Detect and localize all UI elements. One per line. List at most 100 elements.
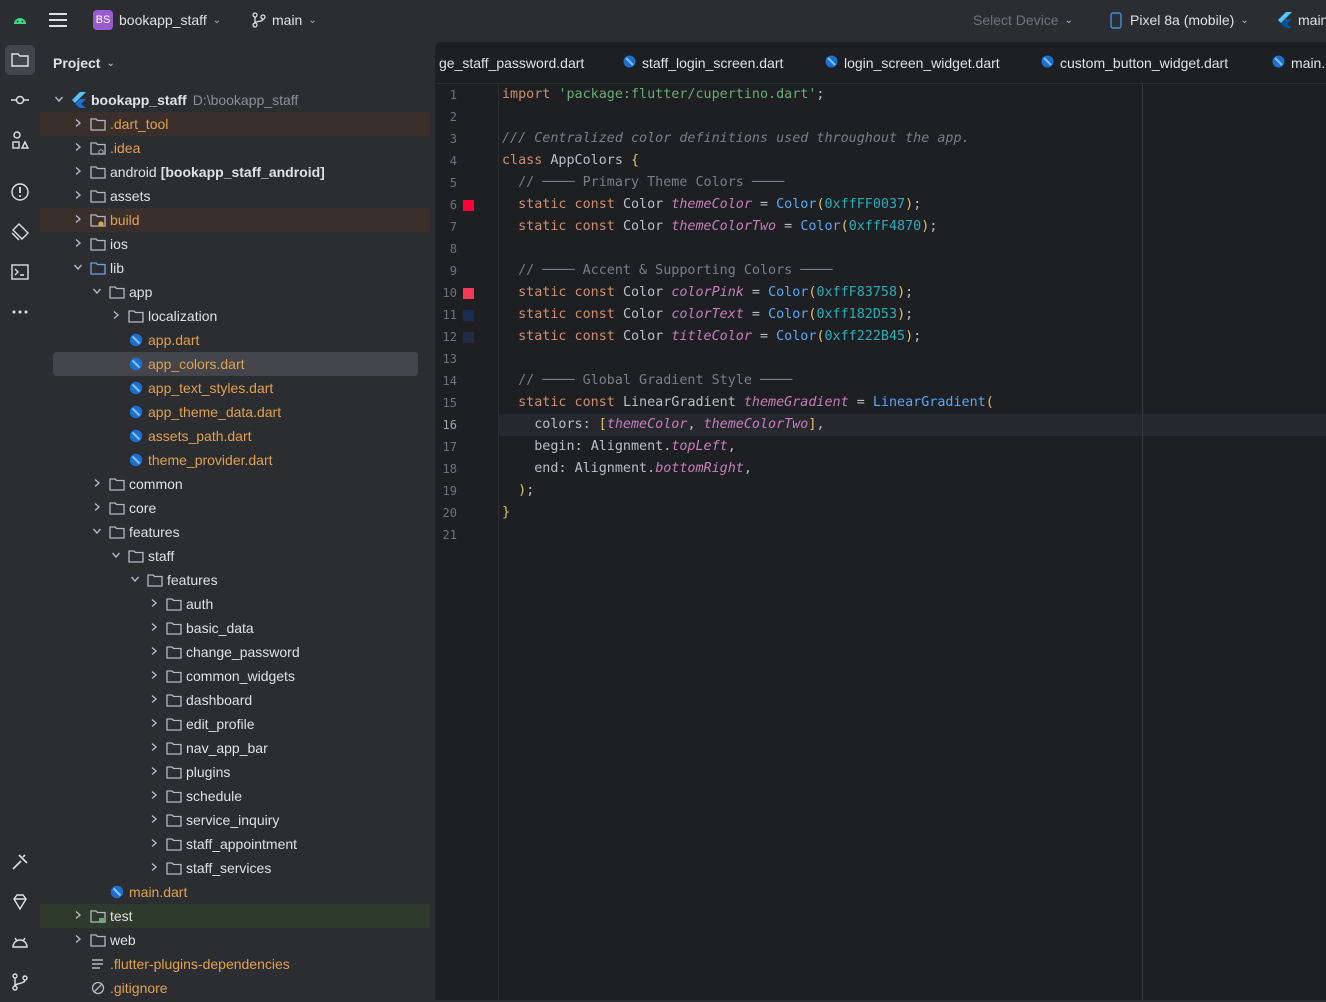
chevron-right-icon[interactable] [72, 214, 84, 227]
structure-tool-button[interactable] [5, 125, 35, 155]
chevron-right-icon[interactable] [72, 238, 84, 251]
code-editor[interactable]: ge_staff_password.dart staff_login_scree… [435, 42, 1326, 1000]
chevron-right-icon[interactable] [91, 478, 103, 491]
branch-switcher[interactable]: main ⌄ [252, 0, 317, 40]
chevron-right-icon[interactable] [72, 166, 84, 179]
tree-item[interactable]: app_colors.dart [53, 352, 418, 376]
tree-item[interactable]: staff_services [40, 856, 430, 880]
color-swatch[interactable] [463, 288, 474, 299]
tree-item[interactable]: dashboard [40, 688, 430, 712]
editor-gutter[interactable]: 1 2 3 4 5 6 7 8 9 10 11 12 13 14 15 16 17 18 19 20 21 [435, 84, 499, 1000]
tree-item-label: .gitignore [110, 980, 168, 996]
tree-item[interactable]: staff_appointment [40, 832, 430, 856]
tree-item[interactable]: .dart_tool [40, 112, 430, 136]
tree-item[interactable]: staff [40, 544, 430, 568]
tree-item[interactable]: app.dart [40, 328, 430, 352]
editor-tab[interactable]: login_screen_widget.dart [825, 42, 1000, 84]
tree-item[interactable]: main.dart [40, 880, 430, 904]
tree-item[interactable]: features [40, 520, 430, 544]
tree-item[interactable]: test [40, 904, 430, 928]
git-tool-button[interactable] [5, 967, 35, 997]
tree-item[interactable]: change_password [40, 640, 430, 664]
chevron-right-icon[interactable] [72, 190, 84, 203]
chevron-right-icon[interactable] [148, 838, 160, 851]
chevron-right-icon[interactable] [148, 598, 160, 611]
chevron-right-icon[interactable] [148, 622, 160, 635]
chevron-right-icon[interactable] [148, 790, 160, 803]
select-device-dropdown[interactable]: Select Device ⌄ [973, 0, 1073, 40]
tree-item[interactable]: plugins [40, 760, 430, 784]
device-manager-button[interactable] [5, 927, 35, 957]
tree-item[interactable]: app [40, 280, 430, 304]
chevron-right-icon[interactable] [148, 766, 160, 779]
editor-tab[interactable]: main.dart [1272, 42, 1326, 84]
chevron-down-icon[interactable] [53, 94, 65, 107]
git-branch-icon [252, 12, 266, 28]
tree-item[interactable]: web [40, 928, 430, 952]
main-menu-button[interactable] [49, 0, 67, 40]
tree-item[interactable]: assets_path.dart [40, 424, 430, 448]
project-switcher[interactable]: BS bookapp_staff ⌄ [93, 0, 221, 40]
terminal-tool-button[interactable] [5, 257, 35, 287]
tree-item[interactable]: edit_profile [40, 712, 430, 736]
chevron-right-icon[interactable] [72, 934, 84, 947]
tree-item[interactable]: android [bookapp_staff_android] [40, 160, 430, 184]
editor-tab[interactable]: staff_login_screen.dart [623, 42, 783, 84]
chevron-down-icon[interactable] [72, 262, 84, 275]
gemini-tool-button[interactable] [5, 887, 35, 917]
chevron-right-icon[interactable] [72, 118, 84, 131]
more-tools-button[interactable] [5, 297, 35, 327]
tree-item[interactable]: service_inquiry [40, 808, 430, 832]
tree-item[interactable]: auth [40, 592, 430, 616]
tree-item[interactable]: theme_provider.dart [40, 448, 430, 472]
chevron-right-icon[interactable] [148, 862, 160, 875]
chevron-right-icon[interactable] [148, 742, 160, 755]
tree-item[interactable]: .idea [40, 136, 430, 160]
tree-item[interactable]: lib [40, 256, 430, 280]
project-view-selector[interactable]: Project ⌄ [40, 42, 430, 84]
resource-manager-button[interactable] [5, 217, 35, 247]
chevron-down-icon[interactable] [91, 286, 103, 299]
tree-item[interactable]: common_widgets [40, 664, 430, 688]
tree-item[interactable]: .flutter-plugins-dependencies [40, 952, 430, 976]
chevron-right-icon[interactable] [72, 142, 84, 155]
editor-tab[interactable]: custom_button_widget.dart [1041, 42, 1228, 84]
run-config-dropdown[interactable]: main [1278, 0, 1326, 40]
tree-item[interactable]: app_text_styles.dart [40, 376, 430, 400]
chevron-down-icon[interactable] [110, 550, 122, 563]
chevron-right-icon[interactable] [72, 910, 84, 923]
tree-item[interactable]: features [40, 568, 430, 592]
tree-item[interactable]: nav_app_bar [40, 736, 430, 760]
tree-item[interactable]: core [40, 496, 430, 520]
chevron-right-icon[interactable] [148, 694, 160, 707]
color-swatch[interactable] [463, 222, 474, 233]
tree-root[interactable]: bookapp_staff D:\bookapp_staff [40, 88, 430, 112]
device-dropdown[interactable]: Pixel 8a (mobile) ⌄ [1110, 0, 1249, 40]
module-name: [bookapp_staff_android] [160, 164, 325, 180]
chevron-down-icon[interactable] [129, 574, 141, 587]
commit-tool-button[interactable] [5, 85, 35, 115]
chevron-down-icon[interactable] [91, 526, 103, 539]
tree-item[interactable]: common [40, 472, 430, 496]
tree-item[interactable]: schedule [40, 784, 430, 808]
tree-item[interactable]: .gitignore [40, 976, 430, 1000]
chevron-right-icon[interactable] [148, 670, 160, 683]
project-tool-button[interactable] [5, 45, 35, 75]
problems-tool-button[interactable] [5, 177, 35, 207]
chevron-right-icon[interactable] [148, 814, 160, 827]
editor-tab[interactable]: ge_staff_password.dart [439, 42, 584, 84]
tree-item[interactable]: ios [40, 232, 430, 256]
tree-item[interactable]: localization [40, 304, 430, 328]
build-variants-button[interactable] [5, 847, 35, 877]
chevron-right-icon[interactable] [91, 502, 103, 515]
tree-item[interactable]: assets [40, 184, 430, 208]
color-swatch[interactable] [463, 310, 474, 321]
color-swatch[interactable] [463, 332, 474, 343]
tree-item[interactable]: basic_data [40, 616, 430, 640]
tree-item[interactable]: build [40, 208, 430, 232]
chevron-right-icon[interactable] [148, 718, 160, 731]
chevron-right-icon[interactable] [110, 310, 122, 323]
color-swatch[interactable] [463, 200, 474, 211]
tree-item[interactable]: app_theme_data.dart [40, 400, 430, 424]
chevron-right-icon[interactable] [148, 646, 160, 659]
